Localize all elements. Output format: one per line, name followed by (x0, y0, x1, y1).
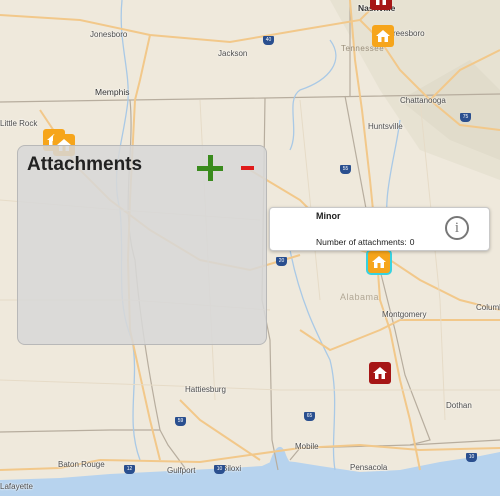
attachments-panel: Attachments (17, 145, 267, 345)
city-label: Gulfport (167, 466, 196, 475)
info-icon[interactable]: i (445, 216, 469, 240)
selected-house-marker[interactable] (368, 251, 390, 273)
house-icon (373, 367, 387, 379)
city-label: Huntsville (368, 122, 403, 131)
feature-popup: Minor Number of attachments: 0 i (269, 207, 490, 251)
city-label: Pensacola (350, 463, 388, 472)
red-house-marker[interactable] (369, 362, 391, 384)
city-label: Hattiesburg (185, 385, 226, 394)
orange-house-marker[interactable] (372, 25, 394, 47)
attachments-title: Attachments (27, 154, 143, 175)
city-label: Columbus (476, 303, 500, 312)
interstate-shield: 59 (175, 417, 186, 426)
interstate-shield: 12 (124, 465, 135, 474)
add-attachment-button[interactable] (195, 153, 225, 183)
house-icon (376, 0, 386, 5)
popup-title: Minor (316, 211, 341, 221)
city-label: Lafayette (0, 482, 33, 491)
city-label: Mobile (295, 442, 319, 451)
city-label: Dothan (446, 401, 472, 410)
city-label: Montgomery (382, 310, 427, 319)
interstate-shield: 10 (466, 453, 477, 462)
interstate-shield: 65 (304, 412, 315, 421)
city-label: Little Rock (0, 119, 38, 128)
city-label: Jackson (218, 49, 248, 58)
city-label: Chattanooga (400, 96, 446, 105)
city-label: Memphis (95, 87, 130, 97)
interstate-shield: 10 (214, 465, 225, 474)
house-icon (376, 30, 390, 42)
remove-attachment-button[interactable] (239, 158, 257, 176)
attachments-count-value: 0 (409, 237, 415, 247)
interstate-shield: 75 (460, 113, 471, 122)
attachments-count-line: Number of attachments: 0 (316, 237, 414, 247)
interstate-shield: 40 (263, 36, 274, 45)
city-label: Baton Rouge (58, 460, 105, 469)
interstate-shield: 20 (276, 257, 287, 266)
map[interactable]: Tennessee Alabama Nashville Jonesboro Ja… (0, 0, 500, 496)
city-label: Jonesboro (90, 30, 128, 39)
attachments-count-label: Number of attachments: (316, 237, 407, 247)
interstate-shield: 55 (340, 165, 351, 174)
red-house-marker[interactable] (370, 0, 392, 10)
house-icon (372, 256, 386, 268)
state-label: Alabama (340, 292, 380, 302)
